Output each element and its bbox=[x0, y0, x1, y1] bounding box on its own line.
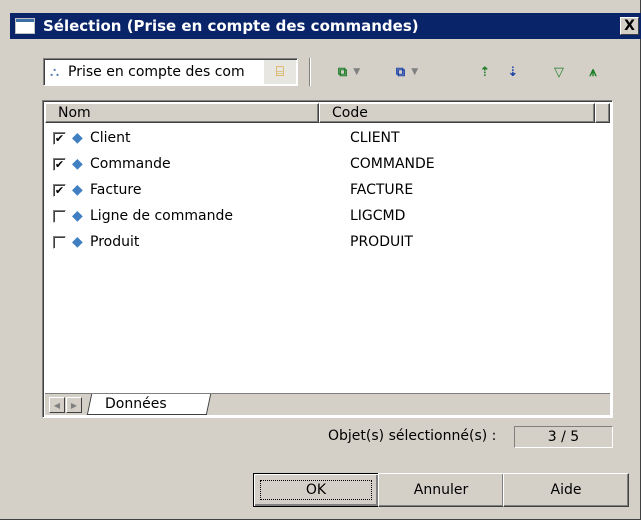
chevron-down-icon: ▼ bbox=[353, 67, 361, 77]
toolbar-separator bbox=[309, 58, 311, 86]
chevron-right-icon: ▶ bbox=[70, 400, 78, 410]
deselect-button[interactable]: ⧉ ▼ bbox=[385, 61, 429, 83]
row-code: LIGCMD bbox=[350, 208, 406, 224]
row-checkbox[interactable]: ✔ bbox=[53, 131, 66, 145]
browse-button[interactable]: ⌸ bbox=[264, 60, 296, 84]
close-button[interactable]: X bbox=[620, 17, 639, 35]
row-name: Client bbox=[90, 130, 131, 146]
selection-count-value: 3 / 5 bbox=[514, 426, 613, 448]
row-name: Ligne de commande bbox=[90, 208, 233, 224]
row-code: PRODUIT bbox=[350, 234, 413, 250]
tab-scroll-left[interactable]: ◀ bbox=[49, 397, 65, 413]
tab-strip: ◀ ▶ Données bbox=[45, 393, 610, 415]
row-name: Commande bbox=[90, 156, 171, 172]
row-checkbox[interactable]: ✔ bbox=[53, 183, 66, 197]
deselect-icon: ⧉ bbox=[395, 64, 406, 80]
help-button-label: Aide bbox=[550, 482, 582, 498]
focus-ring bbox=[260, 480, 372, 500]
title-bar[interactable]: Sélection (Prise en compte des commandes… bbox=[10, 13, 641, 39]
model-combo-value: Prise en compte des com bbox=[68, 64, 245, 80]
list-item[interactable]: ✔ ◆ Facture FACTURE bbox=[45, 177, 610, 203]
list-rows: ✔ ◆ Client CLIENT ✔ ◆ Commande COMMANDE … bbox=[45, 125, 610, 255]
list-header: Nom Code bbox=[45, 103, 610, 123]
entity-icon: ◆ bbox=[72, 156, 83, 172]
clear-filter-button[interactable]: ⩚ bbox=[582, 61, 604, 83]
window-title: Sélection (Prise en compte des commandes… bbox=[43, 17, 419, 35]
entity-icon: ◆ bbox=[72, 208, 83, 224]
row-code: COMMANDE bbox=[350, 156, 435, 172]
object-list[interactable]: Nom Code ✔ ◆ Client CLIENT ✔ ◆ Commande … bbox=[42, 100, 613, 418]
model-icon: ⛬ bbox=[50, 64, 60, 80]
entity-icon: ◆ bbox=[72, 130, 83, 146]
row-name: Facture bbox=[90, 182, 142, 198]
column-header-filler bbox=[595, 103, 610, 123]
cancel-button[interactable]: Annuler bbox=[378, 473, 504, 507]
selection-count-label: Objet(s) sélectionné(s) : bbox=[328, 428, 497, 444]
filter-icon: ▽ bbox=[554, 64, 564, 80]
filter-button[interactable]: ▽ bbox=[548, 61, 570, 83]
move-down-button[interactable]: ⇣ bbox=[502, 61, 524, 83]
entity-icon: ◆ bbox=[72, 182, 83, 198]
ok-button[interactable]: OK bbox=[253, 473, 379, 507]
clear-filter-icon: ⩚ bbox=[589, 64, 597, 80]
row-code: FACTURE bbox=[350, 182, 414, 198]
list-item[interactable]: ◆ Ligne de commande LIGCMD bbox=[45, 203, 610, 229]
selection-dialog: Sélection (Prise en compte des commandes… bbox=[0, 0, 641, 520]
move-down-icon: ⇣ bbox=[507, 64, 519, 80]
chevron-left-icon: ◀ bbox=[53, 400, 61, 410]
row-name: Produit bbox=[90, 234, 140, 250]
column-header-code[interactable]: Code bbox=[319, 103, 595, 123]
list-item[interactable]: ✔ ◆ Client CLIENT bbox=[45, 125, 610, 151]
entity-icon: ◆ bbox=[72, 234, 83, 250]
row-checkbox[interactable] bbox=[53, 209, 66, 223]
help-button[interactable]: Aide bbox=[503, 473, 629, 507]
column-header-name[interactable]: Nom bbox=[45, 103, 319, 123]
select-all-icon: ⧉ bbox=[337, 64, 348, 80]
select-all-button[interactable]: ⧉ ▼ bbox=[327, 61, 371, 83]
chevron-down-icon: ▼ bbox=[411, 67, 419, 77]
browse-icon: ⌸ bbox=[275, 64, 285, 80]
list-item[interactable]: ◆ Produit PRODUIT bbox=[45, 229, 610, 255]
move-up-button[interactable]: ⇡ bbox=[474, 61, 496, 83]
tab-scroll-right[interactable]: ▶ bbox=[66, 397, 82, 413]
list-item[interactable]: ✔ ◆ Commande COMMANDE bbox=[45, 151, 610, 177]
move-up-icon: ⇡ bbox=[479, 64, 491, 80]
window-icon bbox=[15, 18, 35, 34]
cancel-button-label: Annuler bbox=[413, 482, 469, 498]
row-checkbox[interactable] bbox=[53, 235, 66, 249]
row-code: CLIENT bbox=[350, 130, 400, 146]
model-combo[interactable]: ⛬ Prise en compte des com ⌸ bbox=[43, 58, 298, 86]
row-checkbox[interactable]: ✔ bbox=[53, 157, 66, 171]
tab-donnees-label: Données bbox=[105, 396, 167, 412]
